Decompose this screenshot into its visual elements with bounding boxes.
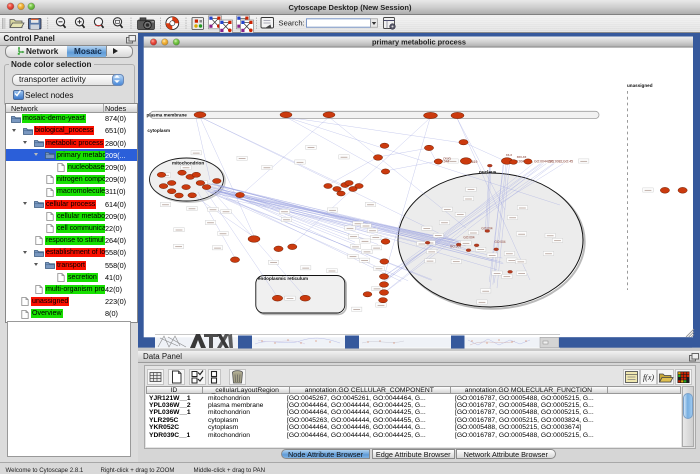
svg-text:f(x): f(x) [643, 373, 654, 382]
svg-text:GO:004: GO:004 [494, 240, 505, 244]
svg-text:GO:004: GO:004 [463, 236, 474, 240]
svg-text:nucleus: nucleus [479, 170, 497, 175]
svg-text:plasma membrane: plasma membrane [147, 112, 188, 117]
svg-text:mitochondrion: mitochondrion [172, 161, 204, 166]
svg-text:GO:45: GO:45 [563, 160, 573, 164]
svg-text:primary metabolic process: primary metabolic process [372, 37, 466, 46]
svg-text:cytoplasm: cytoplasm [147, 128, 170, 133]
svg-text:GO:0082,: GO:0082, [549, 160, 564, 164]
svg-text:Cytoscape Desktop (New Session: Cytoscape Desktop (New Session) [289, 3, 412, 12]
svg-text:(xxx): (xxx) [443, 156, 450, 160]
svg-text:endoplasmic reticulum: endoplasmic reticulum [258, 276, 308, 281]
svg-text:xx-x: xx-x [506, 153, 513, 157]
svg-text:unassigned: unassigned [627, 83, 653, 88]
svg-text:Search:: Search: [279, 19, 305, 28]
svg-text:xxx-xx: xxx-xx [517, 155, 527, 159]
